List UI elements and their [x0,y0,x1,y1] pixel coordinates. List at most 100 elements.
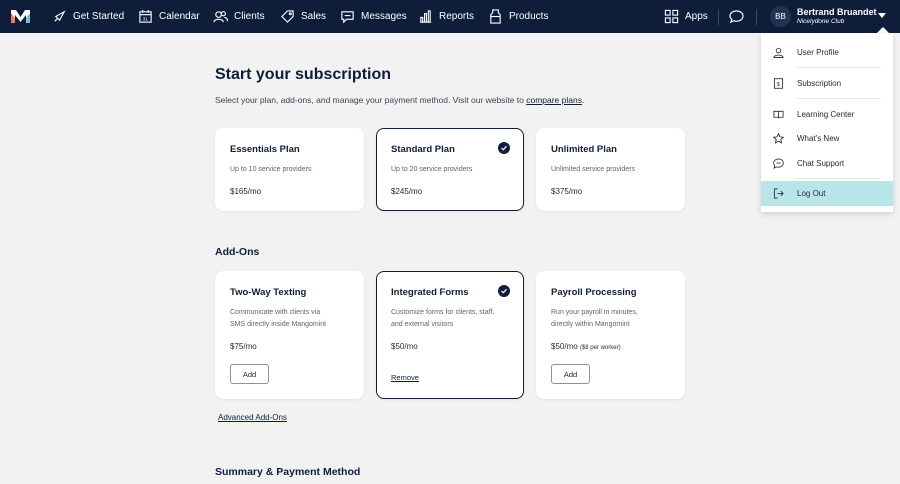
addon-desc-line1: Communicate with clients via [230,309,321,316]
user-dropdown-menu: User Profile $ Subscription Learning Cen… [761,33,893,212]
addon-card-forms: Integrated Forms Customize forms for cli… [376,271,524,399]
tag-icon [281,10,294,23]
nav-label: Reports [439,11,475,22]
nav-sales[interactable]: Sales [280,0,326,33]
nav-reports[interactable]: Reports [418,0,474,33]
plan-subtitle: Up to 10 service providers [230,166,312,173]
addon-desc-line1: Run your payroll in minutes, [551,309,638,316]
addon-desc-line2: directly within Mangomint [551,321,630,328]
chevron-down-icon[interactable] [878,13,886,18]
svg-text:$: $ [777,81,780,87]
nav-label: Get Started [73,11,125,22]
plan-subtitle: Up to 20 service providers [391,166,473,173]
menu-item-label: Chat Support [797,158,845,168]
menu-item-label: User Profile [797,47,839,57]
nav-label: Products [509,11,549,22]
add-button[interactable]: Add [230,364,269,384]
page-description-end: . [581,95,585,105]
nav-apps[interactable]: Apps [664,0,708,33]
message-icon [341,11,354,24]
page-title: Start your subscription [215,66,392,83]
menu-item-label: Log Out [797,189,826,198]
book-icon [773,110,784,118]
menu-item-label: What's New [797,133,840,143]
star-icon [773,132,784,144]
user-name[interactable]: Bertrand Bruandet [797,8,877,17]
nav-divider [718,9,719,25]
addon-title: Two-Way Texting [230,287,307,298]
menu-item-label: Subscription [797,78,842,88]
menu-item-learning-center[interactable]: Learning Center [761,105,893,123]
addon-price-note: ($8 per worker) [579,345,621,351]
menu-item-label: Learning Center [797,109,855,119]
checkmark-icon [498,142,510,154]
nav-messages[interactable]: Messages [340,0,407,33]
plan-title: Unlimited Plan [551,144,617,155]
remove-link[interactable]: Remove [391,373,419,382]
user-icon [773,47,784,58]
logout-icon [773,188,784,199]
nav-label: Clients [234,11,265,22]
chat-button[interactable] [729,0,744,33]
addon-price: $50/mo ($8 per worker) [551,342,621,351]
checkmark-icon [498,285,510,297]
app-logo-icon[interactable] [11,9,30,23]
bar-chart-icon [419,10,432,23]
menu-item-log-out[interactable]: Log Out [761,181,893,206]
summary-section-title: Summary & Payment Method [215,466,361,478]
plan-price: $375/mo [551,187,583,196]
addon-price: $50/mo [391,342,418,351]
nav-clients[interactable]: Clients [213,0,265,33]
advanced-addons-link[interactable]: Advanced Add-Ons [218,413,287,422]
plan-card-unlimited[interactable]: Unlimited Plan Unlimited service provide… [536,128,685,211]
menu-divider [797,98,881,99]
addon-card-texting: Two-Way Texting Communicate with clients… [215,271,364,399]
page-description-text: Select your plan, add-ons, and manage yo… [215,95,527,105]
rocket-icon [54,10,66,22]
plan-price: $245/mo [391,187,423,196]
addon-price: $75/mo [230,342,257,351]
compare-plans-link[interactable]: compare plans [526,95,582,105]
nav-label: Sales [301,11,327,22]
nav-divider [756,9,757,25]
chat-bubble-icon [729,10,744,24]
chat-icon [773,158,784,169]
user-org: Nicelydone Club [797,18,845,25]
menu-item-user-profile[interactable]: User Profile [761,43,893,61]
plan-title: Essentials Plan [230,144,300,155]
page-description: Select your plan, add-ons, and manage yo… [215,95,584,105]
product-bottle-icon [490,9,501,24]
plan-subtitle: Unlimited service providers [551,166,636,173]
menu-item-chat-support[interactable]: Chat Support [761,154,893,172]
addon-title: Integrated Forms [391,287,469,298]
svg-text:31: 31 [143,17,149,22]
nav-products[interactable]: Products [488,0,548,33]
menu-item-whats-new[interactable]: What's New [761,129,893,147]
menu-divider [797,67,881,68]
addon-price-value: $50/mo [551,342,578,351]
plan-price: $165/mo [230,187,262,196]
addon-desc-line2: and external visitors [391,321,454,328]
plan-card-essentials[interactable]: Essentials Plan Up to 10 service provide… [215,128,364,211]
addon-desc-line2: SMS directly inside Mangomint [230,321,327,328]
nav-get-started[interactable]: Get Started [52,0,124,33]
plan-title: Standard Plan [391,144,455,155]
nav-label: Messages [361,11,407,22]
addon-desc-line1: Customize forms for clients, staff, [391,309,495,316]
plan-card-standard[interactable]: Standard Plan Up to 20 service providers… [376,128,524,211]
addon-title: Payroll Processing [551,287,637,298]
nav-label: Calendar [159,11,200,22]
avatar[interactable]: BB [770,6,791,27]
apps-label: Apps [685,11,708,22]
clients-icon [213,11,228,23]
top-nav: Get Started 31 Calendar Clients Sales Me… [0,0,900,33]
receipt-icon: $ [773,77,784,89]
apps-grid-icon [664,9,679,24]
calendar-icon: 31 [139,9,152,23]
nav-calendar[interactable]: 31 Calendar [138,0,200,33]
menu-item-subscription[interactable]: $ Subscription [761,74,893,92]
menu-divider [797,178,881,179]
addons-section-title: Add-Ons [215,246,260,258]
add-button[interactable]: Add [551,364,590,384]
addon-card-payroll: Payroll Processing Run your payroll in m… [536,271,685,399]
